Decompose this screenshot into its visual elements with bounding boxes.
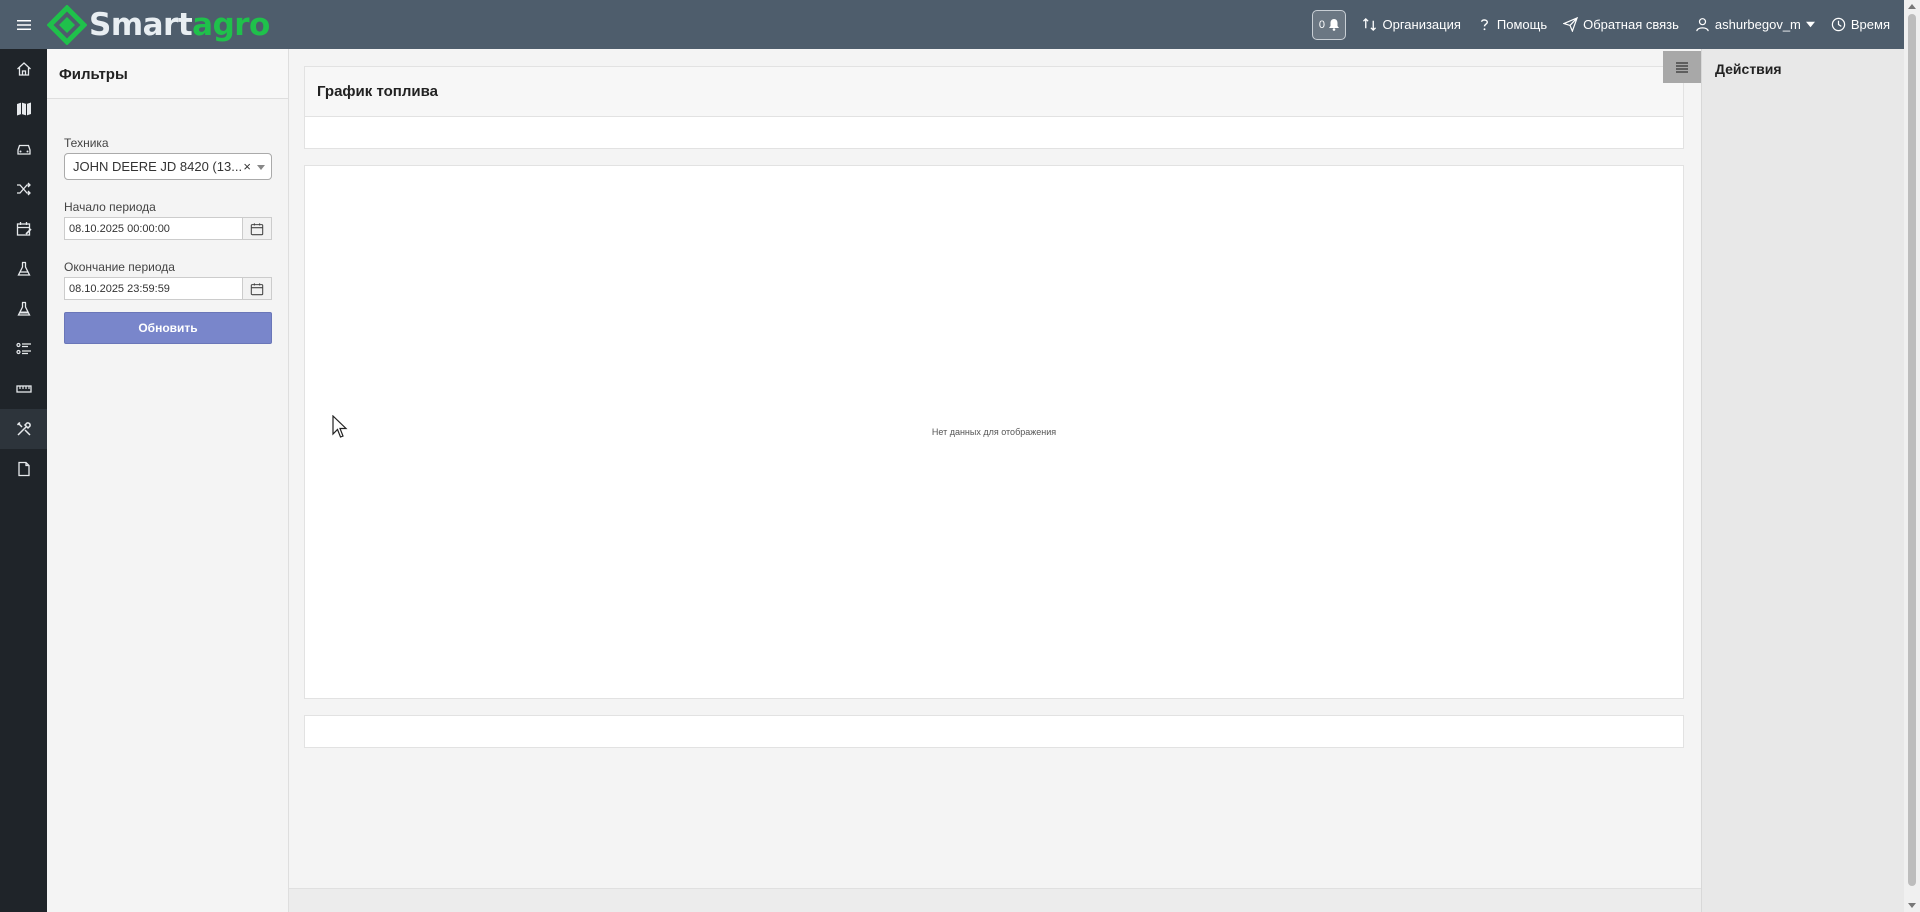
empty-state-message: Нет данных для отображения [931, 427, 1057, 437]
scroll-up-icon[interactable] [1908, 4, 1916, 9]
period-end-calendar-button[interactable] [242, 278, 271, 299]
period-start-field[interactable]: 08.10.2025 00:00:00 [64, 217, 272, 240]
scroll-down-icon[interactable] [1908, 903, 1916, 908]
tools-icon [16, 421, 31, 436]
nav-map[interactable] [0, 89, 47, 129]
actions-title: Действия [1715, 61, 1782, 77]
swap-icon [1363, 17, 1377, 32]
flask-icon [16, 261, 31, 276]
logo-text: Smartagro [89, 7, 270, 43]
user-menu[interactable]: ashurbegov_m [1695, 17, 1815, 32]
refresh-button[interactable]: Обновить [64, 312, 272, 344]
home-icon [16, 62, 31, 76]
period-start-input[interactable]: 08.10.2025 00:00:00 [65, 218, 242, 239]
shuffle-icon [16, 182, 31, 196]
calendar-icon [250, 282, 264, 295]
nav-reports[interactable] [0, 449, 47, 489]
feedback-link[interactable]: Обратная связь [1563, 17, 1679, 32]
logo[interactable]: Smartagro [47, 0, 270, 49]
fuel-chart-area: Нет данных для отображения [304, 165, 1684, 699]
question-icon [1480, 19, 1488, 31]
paper-plane-icon [1563, 17, 1579, 32]
side-nav-rail [0, 49, 47, 912]
period-start-calendar-button[interactable] [242, 218, 271, 239]
actions-panel-toggle[interactable] [1663, 51, 1701, 83]
logo-text-agro: agro [192, 6, 270, 43]
time-link[interactable]: Время [1831, 17, 1890, 32]
user-name: ashurbegov_m [1714, 17, 1801, 32]
page-title: График топлива [304, 66, 1684, 116]
list-icon [15, 342, 31, 355]
vehicle-label: Техника [64, 136, 109, 150]
nav-tools[interactable] [0, 409, 47, 449]
help-link[interactable]: Помощь [1477, 17, 1547, 32]
period-end-input[interactable]: 08.10.2025 23:59:59 [65, 278, 242, 299]
hamburger-icon [1676, 62, 1688, 73]
period-start-label: Начало периода [64, 200, 156, 214]
car-icon [16, 144, 31, 155]
page-scrollbar[interactable] [1904, 0, 1920, 912]
map-icon [16, 102, 31, 116]
hamburger-icon [16, 19, 31, 30]
notifications-button[interactable]: 0 [1312, 9, 1347, 40]
help-label: Помощь [1496, 17, 1548, 32]
period-end-label: Окончание периода [64, 260, 175, 274]
vehicle-select[interactable]: JOHN DEERE JD 8420 (13... × [64, 153, 272, 180]
organization-link[interactable]: Организация [1362, 17, 1461, 32]
bell-icon [1329, 19, 1340, 31]
menu-toggle-button[interactable] [0, 0, 47, 49]
flask-alt-icon [16, 301, 31, 316]
nav-home[interactable] [0, 49, 47, 89]
document-icon [17, 461, 30, 477]
actions-panel: Действия [1701, 49, 1904, 912]
calendar-icon [250, 222, 264, 235]
nav-planning[interactable] [0, 209, 47, 249]
bottom-bar [289, 888, 1701, 912]
nav-tasks[interactable] [0, 329, 47, 369]
vehicle-clear-button[interactable]: × [243, 159, 251, 174]
main-content: График топлива Нет данных для отображени… [289, 49, 1701, 912]
organization-label: Организация [1382, 17, 1461, 32]
period-end-field[interactable]: 08.10.2025 23:59:59 [64, 277, 272, 300]
top-bar: Smartagro 0 Организация Помощь Обратная … [0, 0, 1904, 49]
nav-lab[interactable] [0, 289, 47, 329]
caret-down-icon [1805, 21, 1815, 28]
scrollbar-thumb[interactable] [1908, 14, 1916, 886]
filters-panel: Фильтры Техника JOHN DEERE JD 8420 (13..… [47, 49, 289, 912]
ruler-icon [15, 385, 32, 393]
logo-mark-icon [47, 4, 87, 45]
chart-toolbar [304, 116, 1684, 149]
nav-agrochem[interactable] [0, 249, 47, 289]
user-icon [1696, 18, 1709, 32]
vehicle-select-value: JOHN DEERE JD 8420 (13... [73, 159, 241, 174]
chart-footer [304, 715, 1684, 748]
notifications-count: 0 [1318, 18, 1326, 31]
time-label: Время [1850, 17, 1890, 32]
chevron-down-icon[interactable] [257, 165, 265, 170]
nav-routes[interactable] [0, 169, 47, 209]
clock-icon [1831, 17, 1846, 32]
calendar-edit-icon [16, 222, 32, 236]
nav-vehicles[interactable] [0, 129, 47, 169]
filters-title: Фильтры [47, 49, 288, 99]
nav-sensors[interactable] [0, 369, 47, 409]
mouse-cursor-icon [332, 415, 348, 438]
feedback-label: Обратная связь [1583, 17, 1679, 32]
logo-text-smart: Smart [89, 6, 193, 43]
